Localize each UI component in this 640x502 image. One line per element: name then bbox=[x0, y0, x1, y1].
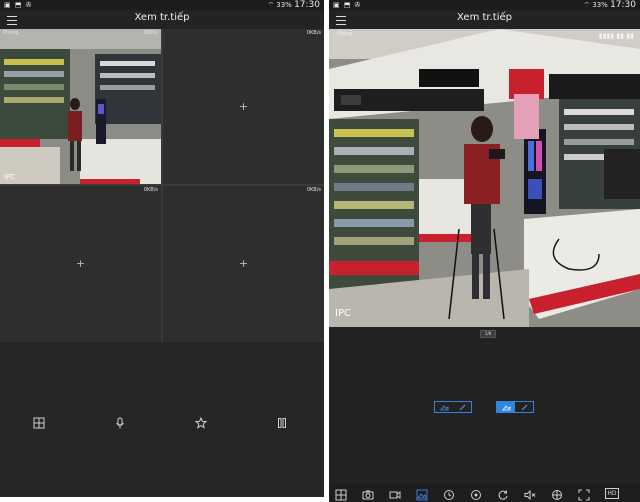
fullscreen-icon[interactable] bbox=[578, 486, 592, 501]
channel-grid: Phòng 0KB/s IPC 0KB/s + 0KB/s + 0KB/s + bbox=[0, 29, 324, 342]
camera-name: Phòng bbox=[337, 31, 353, 37]
status-bar: ▣ ⬒ ✇ ⌔ 33% 17:30 bbox=[329, 0, 640, 10]
camera-name: Phòng bbox=[3, 30, 19, 36]
pen-icon[interactable] bbox=[453, 402, 471, 412]
star-icon[interactable] bbox=[194, 414, 211, 430]
channel-tile-2[interactable]: 0KB/s + bbox=[163, 29, 324, 184]
layout-icon[interactable] bbox=[335, 486, 349, 501]
bottom-toolbar: HD bbox=[329, 484, 640, 502]
microphone-icon[interactable] bbox=[114, 414, 130, 430]
ptz-icon[interactable] bbox=[470, 486, 484, 500]
camera-icon[interactable] bbox=[362, 486, 376, 500]
image-control-group-2 bbox=[496, 401, 534, 413]
camera-feed-image bbox=[329, 29, 640, 327]
channel-tile-1[interactable]: Phòng 0KB/s IPC bbox=[0, 29, 161, 184]
page-title: Xem tr.tiếp bbox=[134, 12, 190, 23]
wifi-icon: ⌔ bbox=[267, 1, 275, 9]
left-phone-screen: ▣ ⬒ ✇ ⌔ 33% 17:30 Xem tr.tiếp Phòng 0KB/… bbox=[0, 0, 324, 497]
pen-icon[interactable] bbox=[515, 402, 533, 412]
mute-icon[interactable] bbox=[524, 486, 538, 501]
image-adjust-icon[interactable] bbox=[497, 402, 515, 412]
rotate-icon[interactable] bbox=[497, 486, 511, 500]
battery-text: 33% bbox=[276, 1, 292, 9]
bottom-control-bar bbox=[0, 342, 324, 497]
timestamp-overlay: ▮▮▮▮ ▮▮ ▮▮ bbox=[598, 32, 634, 40]
add-camera-icon[interactable]: + bbox=[239, 257, 248, 270]
playback-speed-badge[interactable]: 1/8 bbox=[480, 330, 496, 338]
image-control-group-1 bbox=[434, 401, 472, 413]
history-icon[interactable] bbox=[443, 486, 457, 500]
layout-icon[interactable] bbox=[33, 414, 49, 430]
clock: 17:30 bbox=[294, 0, 320, 10]
ipc-label: IPC bbox=[4, 173, 16, 181]
battery-text: 33% bbox=[592, 1, 608, 9]
wifi-icon: ⌔ bbox=[583, 1, 591, 9]
camera-feed-image bbox=[0, 29, 161, 184]
pause-icon[interactable] bbox=[276, 414, 292, 430]
title-bar: Xem tr.tiếp bbox=[329, 10, 640, 29]
notification-icons: ▣ ⬒ ✇ bbox=[4, 1, 33, 9]
image-adjust-icon[interactable] bbox=[435, 402, 453, 412]
add-camera-icon[interactable]: + bbox=[76, 257, 85, 270]
record-icon[interactable] bbox=[389, 486, 403, 500]
fisheye-icon[interactable] bbox=[551, 486, 565, 500]
hd-icon[interactable]: HD bbox=[605, 488, 619, 499]
bitrate-label: 0KB/s bbox=[306, 187, 321, 193]
ipc-label: IPC bbox=[335, 308, 351, 319]
bitrate-label: 0KB/s bbox=[143, 187, 158, 193]
bitrate-label: 0KB/s bbox=[306, 30, 321, 36]
clock: 17:30 bbox=[610, 0, 636, 10]
channel-tile-4[interactable]: 0KB/s + bbox=[163, 186, 324, 342]
bitrate-label: 0KB/s bbox=[143, 30, 158, 36]
status-bar: ▣ ⬒ ✇ ⌔ 33% 17:30 bbox=[0, 0, 324, 10]
channel-tile-3[interactable]: 0KB/s + bbox=[0, 186, 161, 342]
image-icon[interactable] bbox=[416, 486, 430, 501]
page-title: Xem tr.tiếp bbox=[457, 12, 512, 23]
right-phone-screen: ▣ ⬒ ✇ ⌔ 33% 17:30 Xem tr.tiếp Phòng ▮▮▮▮… bbox=[329, 0, 640, 502]
title-bar: Xem tr.tiếp bbox=[0, 10, 324, 29]
notification-icons: ▣ ⬒ ✇ bbox=[333, 1, 362, 9]
live-video-view[interactable]: Phòng ▮▮▮▮ ▮▮ ▮▮ IPC bbox=[329, 29, 640, 327]
add-camera-icon[interactable]: + bbox=[239, 99, 248, 112]
